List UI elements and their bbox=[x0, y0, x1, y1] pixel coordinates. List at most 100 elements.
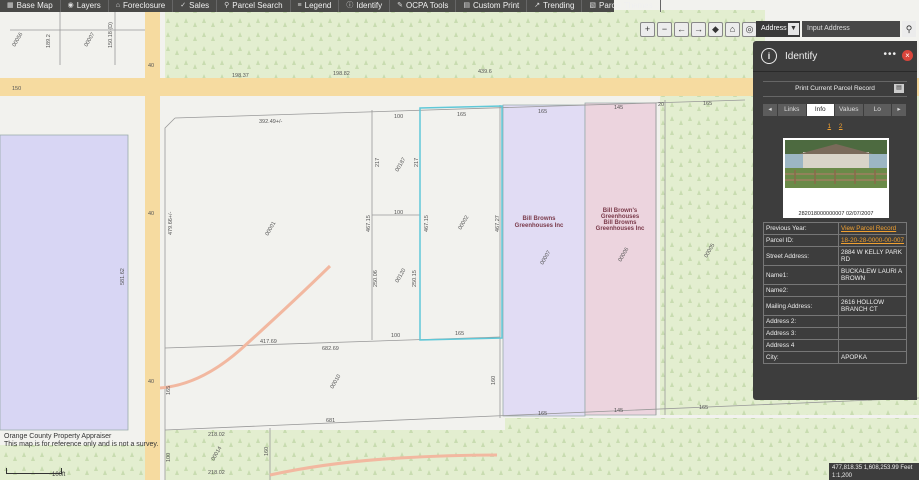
toolbar-item-identify[interactable]: ⓘ Identify bbox=[339, 0, 391, 12]
eraser-icon[interactable]: ◆ bbox=[708, 22, 723, 37]
toolbar-item-label: Trending bbox=[543, 1, 575, 10]
more-options-icon[interactable]: ••• bbox=[883, 49, 897, 60]
tab-lo[interactable]: Lo bbox=[863, 104, 892, 116]
tab-info[interactable]: Info bbox=[806, 104, 835, 116]
arrow-left-icon[interactable]: ← bbox=[674, 22, 689, 37]
coordinate-text: 477,818.35 1,608,253.99 Feet bbox=[832, 465, 913, 471]
toolbar-item-sales[interactable]: ✓ Sales bbox=[173, 0, 218, 12]
print-record-button[interactable]: Print Current Parcel Record ▤ bbox=[763, 81, 907, 97]
zoom-in-icon[interactable]: + bbox=[640, 22, 655, 37]
tree-area-southwest bbox=[0, 445, 160, 480]
page-link-2[interactable]: 2 bbox=[839, 123, 843, 130]
print-icon: ▤ bbox=[463, 2, 471, 9]
toolbar-item-legend[interactable]: ≡ Legend bbox=[291, 0, 340, 12]
coordinate-readout: 477,818.35 1,608,253.99 Feet 1:1,200 bbox=[829, 463, 919, 480]
map-label: 218.02 bbox=[208, 432, 225, 438]
attribute-key: Parcel ID: bbox=[763, 234, 839, 247]
attribute-value bbox=[838, 327, 907, 340]
map-label: 165 bbox=[166, 386, 172, 395]
map-label: 160 bbox=[491, 376, 497, 385]
attribute-link[interactable]: 18-20-28-0000-00-007 bbox=[841, 237, 904, 244]
map-label: 150 bbox=[12, 86, 21, 92]
search-icon[interactable]: ⚲ bbox=[902, 21, 916, 37]
map-label: 581.62 bbox=[120, 268, 126, 285]
toolbar-item-label: Sales bbox=[189, 1, 210, 10]
info-icon: i bbox=[761, 48, 777, 64]
panel-title: Identify bbox=[785, 50, 818, 62]
search-icon: ⚲ bbox=[224, 2, 230, 9]
map-label: 40 bbox=[148, 379, 154, 385]
tab-values[interactable]: Values bbox=[835, 104, 864, 116]
table-row: Address 3: bbox=[763, 327, 907, 340]
search-type-label: Address bbox=[761, 25, 787, 32]
map-label: 681 bbox=[326, 418, 335, 424]
table-row: Previous Year: View Parcel Record bbox=[763, 222, 907, 235]
close-icon[interactable]: × bbox=[902, 50, 913, 61]
toolbar-item-label: OCPA Tools bbox=[406, 1, 449, 10]
attribute-link[interactable]: View Parcel Record bbox=[841, 225, 896, 232]
map-label: 198.37 bbox=[232, 73, 249, 79]
map-label: 165 bbox=[538, 109, 547, 115]
map-label: 218.02 bbox=[208, 470, 225, 476]
map-label: 250.15 bbox=[412, 270, 418, 287]
check-icon: ✓ bbox=[180, 2, 187, 9]
identify-panel-header: i Identify ••• × bbox=[753, 41, 917, 72]
tree-area-north bbox=[165, 10, 765, 78]
map-label: 100 bbox=[391, 333, 400, 339]
tab-next-icon[interactable]: ▸ bbox=[892, 104, 907, 116]
tab-prev-icon[interactable]: ◂ bbox=[763, 104, 778, 116]
toolbar-item-label: Layers bbox=[76, 1, 101, 10]
address-input[interactable]: Input Address bbox=[802, 21, 900, 37]
attribute-value bbox=[838, 315, 907, 328]
parcel-photo[interactable] bbox=[785, 140, 887, 188]
map-label: 250.06 bbox=[373, 270, 379, 287]
table-row: Mailing Address: 2616 HOLLOW BRANCH CT bbox=[763, 296, 907, 316]
attribute-value: 18-20-28-0000-00-007 bbox=[838, 234, 907, 247]
disclaimer-line-1: Orange County Property Appraiser bbox=[4, 433, 112, 440]
search-type-select[interactable]: Address ▼ bbox=[756, 21, 800, 37]
toolbar-item-parcel-search[interactable]: ⚲ Parcel Search bbox=[217, 0, 291, 12]
map-label: 217 bbox=[414, 158, 420, 167]
parcel-purple-west bbox=[0, 134, 129, 431]
owner-label-bill-browns-b4: Greenhouses Inc bbox=[596, 226, 645, 232]
attribute-value bbox=[838, 284, 907, 297]
table-row: City: APOPKA bbox=[763, 351, 907, 364]
tab-links[interactable]: Links bbox=[778, 104, 807, 116]
attribute-key: City: bbox=[763, 351, 839, 364]
chevron-down-icon[interactable]: ▼ bbox=[788, 23, 799, 35]
toolbar-item-custom-print[interactable]: ▤ Custom Print bbox=[456, 0, 528, 12]
map-label: 165 bbox=[457, 112, 466, 118]
attribute-key: Address 2: bbox=[763, 315, 839, 328]
page-link-1[interactable]: 1 bbox=[827, 123, 831, 130]
print-record-label: Print Current Parcel Record bbox=[795, 85, 875, 92]
attribute-value bbox=[838, 339, 907, 352]
map-label: 479.66+/- bbox=[168, 211, 174, 235]
locate-icon[interactable]: ◎ bbox=[742, 22, 757, 37]
arrow-right-icon[interactable]: → bbox=[691, 22, 706, 37]
map-label: 165 bbox=[455, 331, 464, 337]
info-icon: ⓘ bbox=[346, 2, 354, 9]
table-row: Parcel ID: 18-20-28-0000-00-007 bbox=[763, 234, 907, 247]
print-icon[interactable]: ▤ bbox=[894, 84, 904, 93]
map-label: 198.82 bbox=[333, 71, 350, 77]
map-label: 150.18 (D) bbox=[108, 22, 114, 48]
identify-tabs: ◂ Links Info Values Lo ▸ bbox=[763, 104, 907, 116]
toolbar-item-foreclosure[interactable]: ⌂ Foreclosure bbox=[109, 0, 174, 12]
home-icon[interactable]: ⌂ bbox=[725, 22, 740, 37]
toolbar-item-label: Parcel Themes bbox=[599, 1, 653, 10]
attribute-value: BUCKALEW LAURI A BROWN bbox=[838, 265, 907, 285]
toolbar-item-trending[interactable]: ↗ Trending bbox=[527, 0, 583, 12]
toolbar-item-parcel-themes[interactable]: ▧ Parcel Themes bbox=[582, 0, 661, 12]
toolbar-item-label: Parcel Search bbox=[232, 1, 283, 10]
map-label: 682.69 bbox=[322, 346, 339, 352]
toolbar-item-ocpa-tools[interactable]: ✎ OCPA Tools bbox=[390, 0, 457, 12]
theme-icon: ▧ bbox=[589, 2, 597, 9]
toolbar-item-layers[interactable]: ◉ Layers bbox=[61, 0, 109, 12]
map-label: 165 bbox=[703, 101, 712, 107]
parcel-attribute-table: Previous Year: View Parcel Record Parcel I… bbox=[763, 222, 907, 364]
eye-icon: ◉ bbox=[67, 2, 74, 9]
road-vertical bbox=[145, 0, 160, 480]
toolbar-item-base-map[interactable]: ▦ Base Map bbox=[0, 0, 61, 12]
owner-label-bill-browns-line2: Greenhouses Inc bbox=[515, 223, 564, 229]
zoom-out-icon[interactable]: − bbox=[657, 22, 672, 37]
